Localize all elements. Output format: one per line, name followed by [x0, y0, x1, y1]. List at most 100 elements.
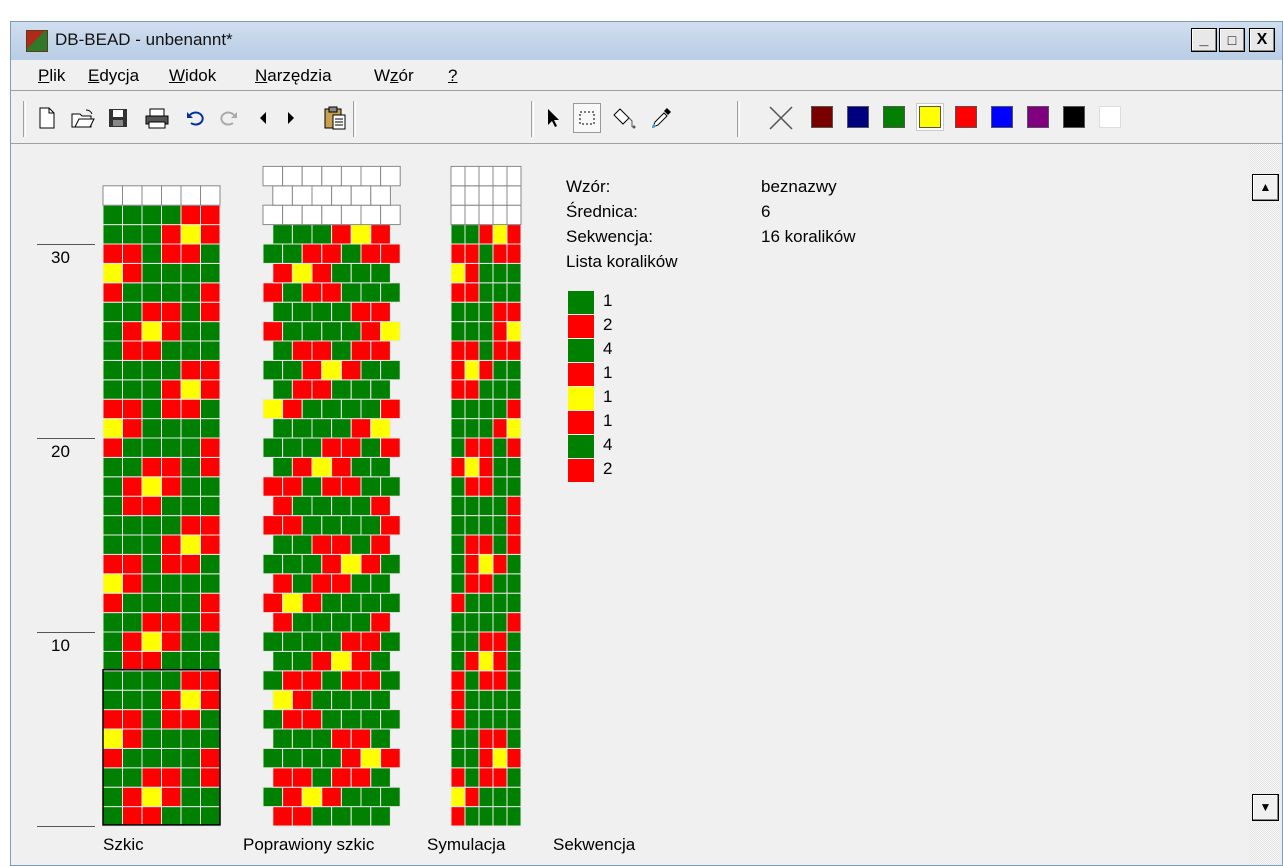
poprawiony-bead	[321, 243, 342, 264]
szkic-bead	[180, 495, 201, 517]
color-swatch[interactable]	[991, 106, 1013, 128]
poprawiony-bead	[282, 670, 303, 691]
symulacja-bead	[492, 515, 508, 536]
poprawiony-bead	[360, 437, 382, 458]
menu-widok[interactable]: Widok	[169, 66, 216, 86]
szkic-bead	[102, 631, 123, 652]
poprawiony-bead	[331, 806, 352, 827]
poprawiony-bead	[311, 340, 333, 361]
szkic-bead	[161, 709, 182, 730]
symulacja-bead	[506, 767, 522, 788]
szkic-bead	[161, 262, 182, 284]
poprawiony-bead	[311, 224, 333, 245]
color-swatch[interactable]	[811, 106, 833, 128]
poprawiony-bead	[370, 650, 391, 672]
szkic-bead	[161, 243, 182, 264]
ruler-label-20: 20	[51, 442, 70, 461]
symulacja-bead	[464, 282, 480, 303]
szkic-bead	[200, 747, 221, 769]
menu-plik[interactable]: Plik	[38, 66, 65, 86]
menu-wzor[interactable]: Wzór	[374, 66, 414, 86]
symulacja-bead	[492, 398, 508, 420]
poprawiony-bead	[272, 612, 293, 633]
szkic-bead	[122, 321, 143, 342]
symulacja-bead	[492, 437, 508, 458]
print-icon[interactable]	[143, 103, 171, 133]
srednica-value: 6	[761, 202, 771, 221]
pattern-canvas[interactable]: 30 20 10 Wzór: beznazwy Średnica: 6 Sekw…	[11, 144, 1249, 865]
undo-icon[interactable]	[183, 103, 211, 133]
poprawiony-bead	[301, 243, 323, 264]
szkic-bead	[122, 786, 143, 808]
new-file-icon[interactable]	[33, 103, 61, 133]
poprawiony-bead	[291, 456, 313, 478]
poprawiony-bead	[301, 515, 323, 536]
fill-icon[interactable]	[611, 103, 639, 133]
arrow-right-icon[interactable]	[277, 103, 305, 133]
redo-icon[interactable]	[213, 103, 241, 133]
szkic-bead	[180, 321, 201, 342]
scroll-up-button[interactable]: ▲	[1252, 174, 1279, 201]
szkic-bead	[161, 515, 182, 536]
menu-narzedzia[interactable]: Narzędzia	[255, 66, 332, 86]
szkic-bead	[180, 476, 201, 497]
symulacja-bead	[506, 806, 522, 827]
no-color-icon[interactable]	[767, 103, 795, 133]
symulacja-bead	[506, 282, 522, 303]
symulacja-bead	[450, 301, 466, 323]
eyedropper-icon[interactable]	[647, 103, 675, 133]
poprawiony-bead	[291, 262, 313, 284]
poprawiony-empty-bead	[331, 185, 352, 206]
save-icon[interactable]	[104, 103, 132, 133]
color-swatch[interactable]	[955, 106, 977, 128]
poprawiony-bead	[311, 728, 333, 749]
symulacja-empty-bead	[464, 185, 480, 206]
poprawiony-bead	[321, 592, 342, 614]
poprawiony-bead	[291, 728, 313, 749]
symulacja-bead	[506, 573, 522, 594]
color-swatch[interactable]	[917, 104, 943, 130]
symulacja-bead	[506, 553, 522, 575]
poprawiony-bead	[291, 573, 313, 594]
poprawiony-bead	[380, 282, 401, 303]
open-folder-icon[interactable]	[69, 103, 97, 133]
paste-icon[interactable]	[321, 103, 349, 133]
color-swatch[interactable]	[1099, 106, 1121, 128]
color-swatch[interactable]	[847, 106, 869, 128]
poprawiony-empty-bead	[282, 165, 303, 187]
vertical-scrollbar[interactable]: ▲ ▼	[1249, 144, 1282, 865]
color-swatch[interactable]	[1063, 106, 1085, 128]
arrow-left-icon[interactable]	[249, 103, 277, 133]
srednica-label: Średnica:	[566, 202, 638, 221]
close-button[interactable]: X	[1249, 28, 1275, 52]
maximize-button[interactable]: □	[1219, 28, 1245, 52]
menu-edycja[interactable]: Edycja	[88, 66, 139, 86]
symulacja-bead	[492, 282, 508, 303]
scroll-down-button[interactable]: ▼	[1252, 794, 1279, 821]
szkic-bead	[161, 573, 182, 594]
pointer-icon[interactable]	[539, 103, 567, 133]
symulacja-bead	[450, 767, 466, 788]
symulacja-empty-bead	[478, 185, 494, 206]
symulacja-bead	[478, 262, 494, 284]
color-swatch[interactable]	[883, 106, 905, 128]
minimize-button[interactable]: _	[1191, 28, 1217, 52]
symulacja-empty-bead	[492, 165, 508, 187]
poprawiony-bead	[282, 631, 303, 652]
symulacja-bead	[450, 495, 466, 517]
bead-list-count: 4	[603, 339, 613, 358]
poprawiony-bead	[340, 709, 362, 730]
poprawiony-bead	[321, 476, 342, 497]
poprawiony-bead	[262, 437, 284, 458]
szkic-bead	[102, 340, 123, 361]
menu-help[interactable]: ?	[448, 66, 457, 86]
color-swatch[interactable]	[1027, 106, 1049, 128]
ruler-tick-10	[37, 632, 95, 633]
szkic-bead	[102, 612, 123, 633]
poprawiony-bead	[340, 243, 362, 264]
select-rectangle-icon[interactable]	[573, 103, 601, 133]
szkic-bead	[200, 573, 221, 594]
szkic-empty-bead	[102, 185, 123, 206]
symulacja-empty-bead	[492, 204, 508, 226]
szkic-bead	[161, 747, 182, 769]
